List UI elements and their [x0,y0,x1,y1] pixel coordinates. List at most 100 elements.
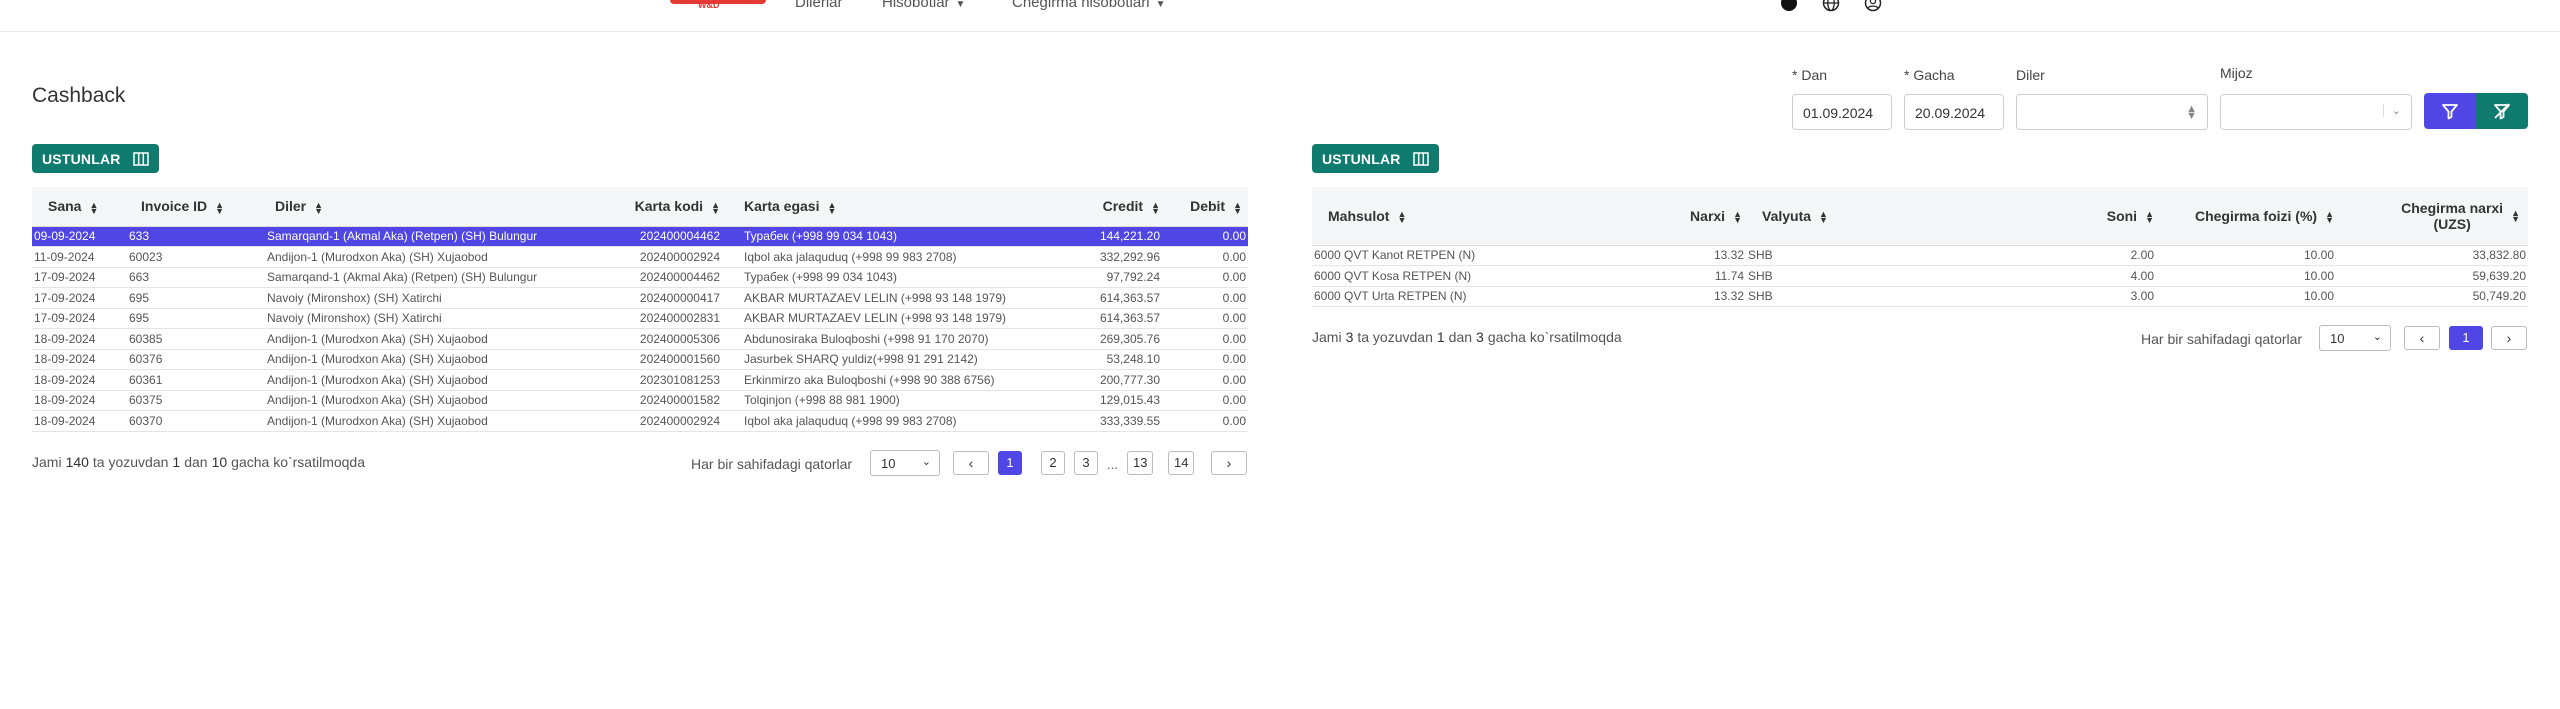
table-cell: 144,221.20 [1038,226,1170,247]
left-page-3[interactable]: 3 [1074,451,1098,475]
header-label: Sana [48,198,82,215]
product-detail-table: Mahsulot ▲ ▼ Narxi ▲ ▼ Valyuta ▲ ▼ Soni ▲ ▼ Cheg… [1312,187,2528,307]
col-header-sana[interactable]: Sana ▲ ▼ [32,187,127,227]
col-header-narxi[interactable]: Narxi ▲ ▼ [1662,187,1746,246]
col-header-debit[interactable]: Debit ▲ ▼ [1170,187,1248,227]
user-profile-icon[interactable] [1864,0,1882,12]
table-cell: 202400002831 [593,308,730,329]
table-cell: 0.00 [1170,369,1248,391]
left-record-summary: Jami 140 ta yozuvdan 1 dan 10 gacha ko`rsatilm… [32,454,365,470]
table-cell: 202400001560 [593,349,730,370]
table-row[interactable]: 18-09-2024 60370 Andijon-1 (Murodxon Aka) … [32,410,1248,432]
summary-total: 3 [1345,329,1354,345]
table-cell: 663 [127,267,259,288]
table-cell: 17-09-2024 [32,267,127,288]
date-to-input[interactable]: 20.09.2024 [1904,94,2004,130]
diler-select[interactable]: ▲ ▼ [2016,94,2208,130]
table-cell: 0.00 [1170,390,1248,411]
table-header-row: Sana ▲ ▼ Invoice ID ▲ ▼ Diler ▲ ▼ Karta kodi ▲ ▼… [32,187,1248,227]
table-cell: 09-09-2024 [32,226,127,247]
nav-label: Hisobotlar [882,0,950,11]
col-header-soni[interactable]: Soni ▲ ▼ [1906,187,2160,246]
table-cell: 53,248.10 [1038,349,1170,370]
col-header-chegirma-foizi[interactable]: Chegirma foizi (%) ▲ ▼ [2160,187,2340,246]
table-row[interactable]: 18-09-2024 60385 Andijon-1 (Murodxon Aka) … [32,328,1248,350]
summary-from: 1 [172,454,181,470]
theme-toggle-icon[interactable] [1780,0,1798,12]
nav-item-chegirma-hisobotlari[interactable]: Chegirma hisobotlari ▼ [1012,0,1165,11]
columns-button-label: USTUNLAR [42,151,121,167]
table-row[interactable]: 17-09-2024 695 Navoiy (Mironshox) (SH) Xat… [32,308,1248,329]
right-page-1[interactable]: 1 [2449,326,2483,350]
table-row[interactable]: 6000 QVT Kanot RETPEN (N) 13.32 SHB 2.00 10.… [1312,245,2528,266]
col-header-chegirma-narxi[interactable]: Chegirma narxi (UZS) ▲ ▼ [2340,187,2528,246]
table-cell: 202400005306 [593,328,730,350]
right-next-page-button[interactable]: › [2491,326,2527,350]
chevron-down-icon: ⌄ [921,456,931,468]
col-header-valyuta[interactable]: Valyuta ▲ ▼ [1746,187,1906,246]
clear-filter-button[interactable] [2476,93,2528,129]
left-columns-button[interactable]: USTUNLAR [32,144,159,173]
sort-icon: ▲ ▼ [89,199,99,216]
table-row[interactable]: 6000 QVT Kosa RETPEN (N) 11.74 SHB 4.00 10.0… [1312,265,2528,287]
right-prev-page-button[interactable]: ‹ [2404,326,2440,350]
col-header-karta-egasi[interactable]: Karta egasi ▲ ▼ [730,187,1038,227]
table-row[interactable]: 11-09-2024 60023 Andijon-1 (Murodxon Aka) … [32,246,1248,268]
col-header-mahsulot[interactable]: Mahsulot ▲ ▼ [1312,187,1662,246]
sort-icon: ▲ ▼ [2511,207,2520,224]
nav-item-dilerlar[interactable]: Dilerlar [795,0,843,11]
table-cell: 60376 [127,349,259,370]
columns-icon [1412,152,1429,166]
col-header-credit[interactable]: Credit ▲ ▼ [1038,187,1170,227]
table-row[interactable]: 17-09-2024 695 Navoiy (Mironshox) (SH) Xat… [32,287,1248,309]
nav-label: Dilerlar [795,0,843,11]
left-page-2[interactable]: 2 [1041,451,1065,475]
date-from-input[interactable]: 01.09.2024 [1792,94,1892,130]
mijoz-label: Mijoz [2220,65,2253,81]
header-label: Credit [1102,198,1144,215]
language-globe-icon[interactable] [1822,0,1840,12]
left-prev-page-button[interactable]: ‹ [953,451,989,475]
table-row[interactable]: 18-09-2024 60375 Andijon-1 (Murodxon Aka) … [32,390,1248,411]
table-row[interactable]: 18-09-2024 60361 Andijon-1 (Murodxon Aka) … [32,369,1248,391]
header-label: Valyuta [1762,207,1812,224]
right-columns-button[interactable]: USTUNLAR [1312,144,1439,173]
mijoz-select[interactable]: ⌄ [2220,94,2412,130]
table-row[interactable]: 09-09-2024 633 Samarqand-1 (Akmal Aka) (Re… [32,226,1248,247]
chevron-down-icon: ⌄ [2382,104,2401,117]
summary-text: dan [184,454,208,470]
table-row[interactable]: 17-09-2024 663 Samarqand-1 (Akmal Aka) (Re… [32,267,1248,288]
filter-icon [2442,104,2458,120]
col-header-invoice-id[interactable]: Invoice ID ▲ ▼ [127,187,259,227]
table-cell: 129,015.43 [1038,390,1170,411]
table-cell: 4.00 [1906,265,2160,287]
filter-clear-icon [2494,103,2510,120]
apply-filter-button[interactable] [2424,93,2476,129]
table-cell: 0.00 [1170,328,1248,350]
table-row[interactable]: 18-09-2024 60376 Andijon-1 (Murodxon Aka) … [32,349,1248,370]
brand-logo[interactable]: W&D [670,0,766,16]
nav-item-hisobotlar[interactable]: Hisobotlar ▼ [882,0,965,11]
left-page-13[interactable]: 13 [1127,451,1154,475]
right-page-size-select[interactable]: 10 ⌄ [2319,325,2391,351]
diler-label: Diler [2016,67,2045,83]
table-cell: Andijon-1 (Murodxon Aka) (SH) Xujaobod [259,369,593,391]
table-cell: 332,292.96 [1038,246,1170,268]
table-cell: 333,339.55 [1038,410,1170,432]
col-header-diler[interactable]: Diler ▲ ▼ [259,187,593,227]
table-cell: 202400004462 [593,226,730,247]
left-page-1[interactable]: 1 [998,451,1022,475]
table-cell: 202400000417 [593,287,730,309]
summary-to: 3 [1476,329,1484,345]
col-header-karta-kodi[interactable]: Karta kodi ▲ ▼ [593,187,730,227]
chevron-right-icon: › [1226,455,1232,471]
left-next-page-button[interactable]: › [1211,451,1247,475]
table-cell: Samarqand-1 (Akmal Aka) (Retpen) (SH) Bu… [259,226,593,247]
left-page-14[interactable]: 14 [1168,451,1195,475]
sort-icon: ▲ ▼ [1733,209,1742,226]
table-row[interactable]: 6000 QVT Urta RETPEN (N) 13.32 SHB 3.00 10.0… [1312,286,2528,307]
top-navbar: W&D Dilerlar Hisobotlar ▼ Chegirma hisobo… [0,0,2560,32]
table-cell: 17-09-2024 [32,308,127,329]
page-size-value: 10 [881,456,896,471]
left-page-size-select[interactable]: 10 ⌄ [870,450,940,476]
